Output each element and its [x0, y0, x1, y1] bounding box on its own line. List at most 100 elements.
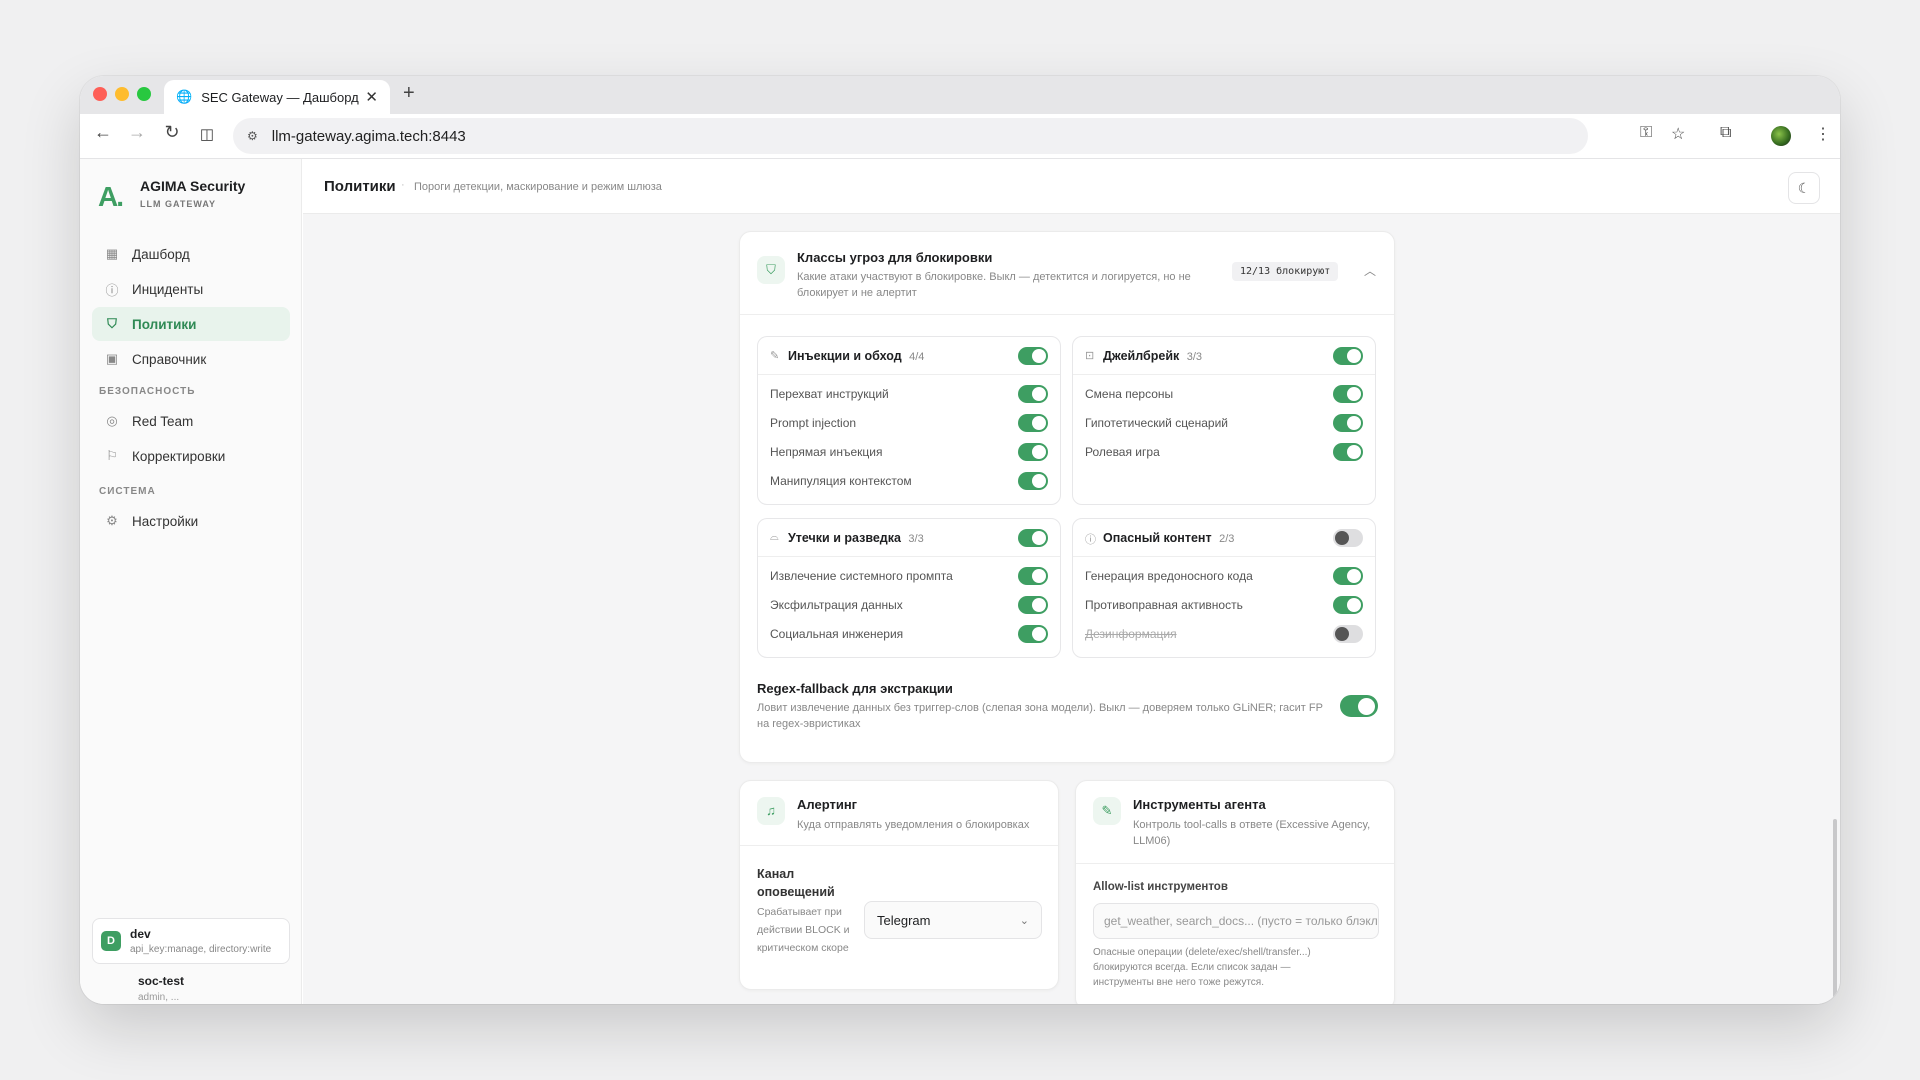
- wrench-icon: ✎: [1093, 797, 1121, 825]
- account-scopes: api_key:manage, directory:write: [130, 944, 272, 955]
- threat-label: Манипуляция контекстом: [770, 474, 912, 488]
- close-window-button[interactable]: [93, 87, 107, 101]
- new-tab-icon[interactable]: +: [403, 82, 415, 105]
- channel-hint: Срабатывает при действии BLOCK и критиче…: [757, 906, 850, 954]
- account-scopes-soc-test: admin, ...: [138, 992, 180, 1003]
- threat-toggle[interactable]: [1333, 414, 1363, 432]
- threat-toggle[interactable]: [1018, 414, 1048, 432]
- threat-toggle[interactable]: [1333, 567, 1363, 585]
- threat-toggle[interactable]: [1018, 596, 1048, 614]
- sidebar-item-label: Инциденты: [132, 281, 204, 297]
- sidebar-item-reference[interactable]: ▣ Справочник: [92, 342, 290, 376]
- sidebar-item-red-team[interactable]: ◎ Red Team: [92, 404, 290, 438]
- bookmark-star-icon[interactable]: ☆: [1671, 124, 1685, 144]
- alerting-card: ♫ Алертинг Куда отправлять уведомления о…: [739, 780, 1059, 990]
- group-title: Утечки и разведка 3/3: [788, 531, 924, 545]
- sidebar-item-settings[interactable]: ⚙ Настройки: [92, 504, 290, 538]
- book-icon: ▣: [105, 351, 119, 366]
- threat-group-jailbreak: ⊡ Джейлбрейк 3/3 Смена персоны Гипотетич…: [1072, 336, 1376, 505]
- forward-icon[interactable]: →: [124, 122, 150, 143]
- reload-icon[interactable]: ↻: [159, 122, 185, 143]
- threat-label: Социальная инженерия: [770, 627, 904, 641]
- threat-toggle[interactable]: [1333, 596, 1363, 614]
- browser-tab[interactable]: 🌐 SEC Gateway — Дашборд ✕: [164, 80, 390, 114]
- sidebar-item-incidents[interactable]: ⓘ Инциденты: [92, 272, 290, 306]
- spy-icon: ⌓: [770, 531, 779, 543]
- threat-classes-title: Классы угроз для блокировки: [797, 250, 993, 265]
- agent-tools-desc: Контроль tool-calls в ответе (Excessive …: [1133, 819, 1371, 847]
- regex-fallback-desc: Ловит извлечение данных без триггер-слов…: [757, 702, 1323, 730]
- alerting-title: Алертинг: [797, 797, 858, 812]
- minimize-window-button[interactable]: [115, 87, 129, 101]
- profile-avatar[interactable]: [1771, 126, 1791, 146]
- threat-toggle[interactable]: [1333, 385, 1363, 403]
- grid-icon: ▦: [105, 246, 119, 261]
- account-name: dev: [130, 927, 151, 941]
- sidebar-item-dashboard[interactable]: ▦ Дашборд: [92, 237, 290, 271]
- allow-list-label: Allow-list инструментов: [1093, 881, 1228, 893]
- key-icon[interactable]: ⚿: [1640, 124, 1652, 142]
- sidebar-item-corrections[interactable]: ⚐ Корректировки: [92, 439, 290, 473]
- regex-fallback-toggle[interactable]: [1340, 695, 1378, 717]
- account-name-soc-test[interactable]: soc-test: [138, 974, 184, 988]
- chevron-up-icon[interactable]: ︿: [1364, 262, 1376, 279]
- threat-group-leaks: ⌓ Утечки и разведка 3/3 Извлечение систе…: [757, 518, 1061, 658]
- globe-icon: 🌐: [176, 89, 193, 104]
- group-toggle[interactable]: [1333, 347, 1363, 365]
- url-text: llm-gateway.agima.tech:8443: [271, 127, 466, 145]
- alert-icon: ⓘ: [1085, 534, 1096, 546]
- channel-select[interactable]: Telegram ⌄: [864, 901, 1042, 939]
- account-card-dev[interactable]: D dev api_key:manage, directory:write: [92, 918, 290, 964]
- moon-icon: ☾: [1797, 180, 1811, 196]
- threat-classes-card: ⛉ Классы угроз для блокировки Какие атак…: [739, 231, 1395, 763]
- syringe-icon: ✎: [770, 350, 780, 362]
- site-settings-icon[interactable]: ⚙: [247, 129, 258, 143]
- page-subtitle: Пороги детекции, маскирование и режим шл…: [414, 181, 662, 193]
- gear-icon: ⚙: [106, 513, 118, 528]
- allow-list-input[interactable]: get_weather, search_docs... (пусто = тол…: [1093, 903, 1379, 939]
- tab-title: SEC Gateway — Дашборд: [201, 89, 359, 105]
- tab-strip: 🌐 SEC Gateway — Дашборд ✕ +: [80, 76, 1840, 114]
- group-toggle[interactable]: [1018, 529, 1048, 547]
- address-bar[interactable]: ⚙ llm-gateway.agima.tech:8443: [233, 118, 1588, 154]
- brand-name: AGIMA Security: [140, 178, 246, 194]
- channel-value: Telegram: [877, 912, 931, 928]
- sidebar-item-label: Справочник: [132, 351, 207, 367]
- sidebar-item-label: Политики: [132, 316, 197, 332]
- threat-toggle[interactable]: [1018, 567, 1048, 585]
- threat-label: Эксфильтрация данных: [770, 598, 903, 612]
- group-toggle[interactable]: [1018, 347, 1048, 365]
- browser-toolbar: ← → ↻ ◫ ⚙ llm-gateway.agima.tech:8443 ⚿ …: [80, 114, 1840, 159]
- threat-label: Извлечение системного промпта: [770, 569, 953, 583]
- threat-toggle[interactable]: [1333, 443, 1363, 461]
- back-icon[interactable]: ←: [90, 122, 116, 143]
- sidebar-item-label: Red Team: [132, 413, 194, 429]
- threat-toggle[interactable]: [1018, 385, 1048, 403]
- alert-circle-icon: ⓘ: [105, 282, 119, 298]
- side-panel-icon[interactable]: ◫: [194, 125, 220, 143]
- scrollbar[interactable]: [1833, 819, 1837, 1004]
- menu-dots-icon[interactable]: ⋮: [1815, 124, 1831, 144]
- section-system: СИСТЕМА: [99, 486, 156, 497]
- threat-toggle[interactable]: [1018, 625, 1048, 643]
- threat-toggle[interactable]: [1333, 625, 1363, 643]
- threat-toggle[interactable]: [1018, 472, 1048, 490]
- extensions-icon[interactable]: ⧉: [1720, 124, 1731, 142]
- theme-toggle-button[interactable]: ☾: [1788, 172, 1820, 204]
- sidebar-item-policies[interactable]: ⛉ Политики: [92, 307, 290, 341]
- agent-tools-card: ✎ Инструменты агента Контроль tool-calls…: [1075, 780, 1395, 1004]
- close-tab-icon[interactable]: ✕: [365, 88, 378, 106]
- maximize-window-button[interactable]: [137, 87, 151, 101]
- lock-icon: ⊡: [1085, 350, 1095, 362]
- agent-tools-title: Инструменты агента: [1133, 797, 1266, 812]
- sidebar-item-label: Корректировки: [132, 448, 226, 464]
- group-title: Джейлбрейк 3/3: [1103, 349, 1203, 363]
- threat-toggle[interactable]: [1018, 443, 1048, 461]
- shield-icon: ⛉: [757, 256, 785, 284]
- threat-group-dangerous: ⓘ Опасный контент 2/3 Генерация вредонос…: [1072, 518, 1376, 658]
- group-title: Инъекции и обход 4/4: [788, 349, 925, 363]
- app: A. AGIMA Security LLM GATEWAY ▦ Дашборд …: [80, 159, 1840, 1004]
- group-title: Опасный контент 2/3: [1103, 531, 1235, 545]
- group-toggle[interactable]: [1333, 529, 1363, 547]
- sidebar: A. AGIMA Security LLM GATEWAY ▦ Дашборд …: [80, 159, 302, 1004]
